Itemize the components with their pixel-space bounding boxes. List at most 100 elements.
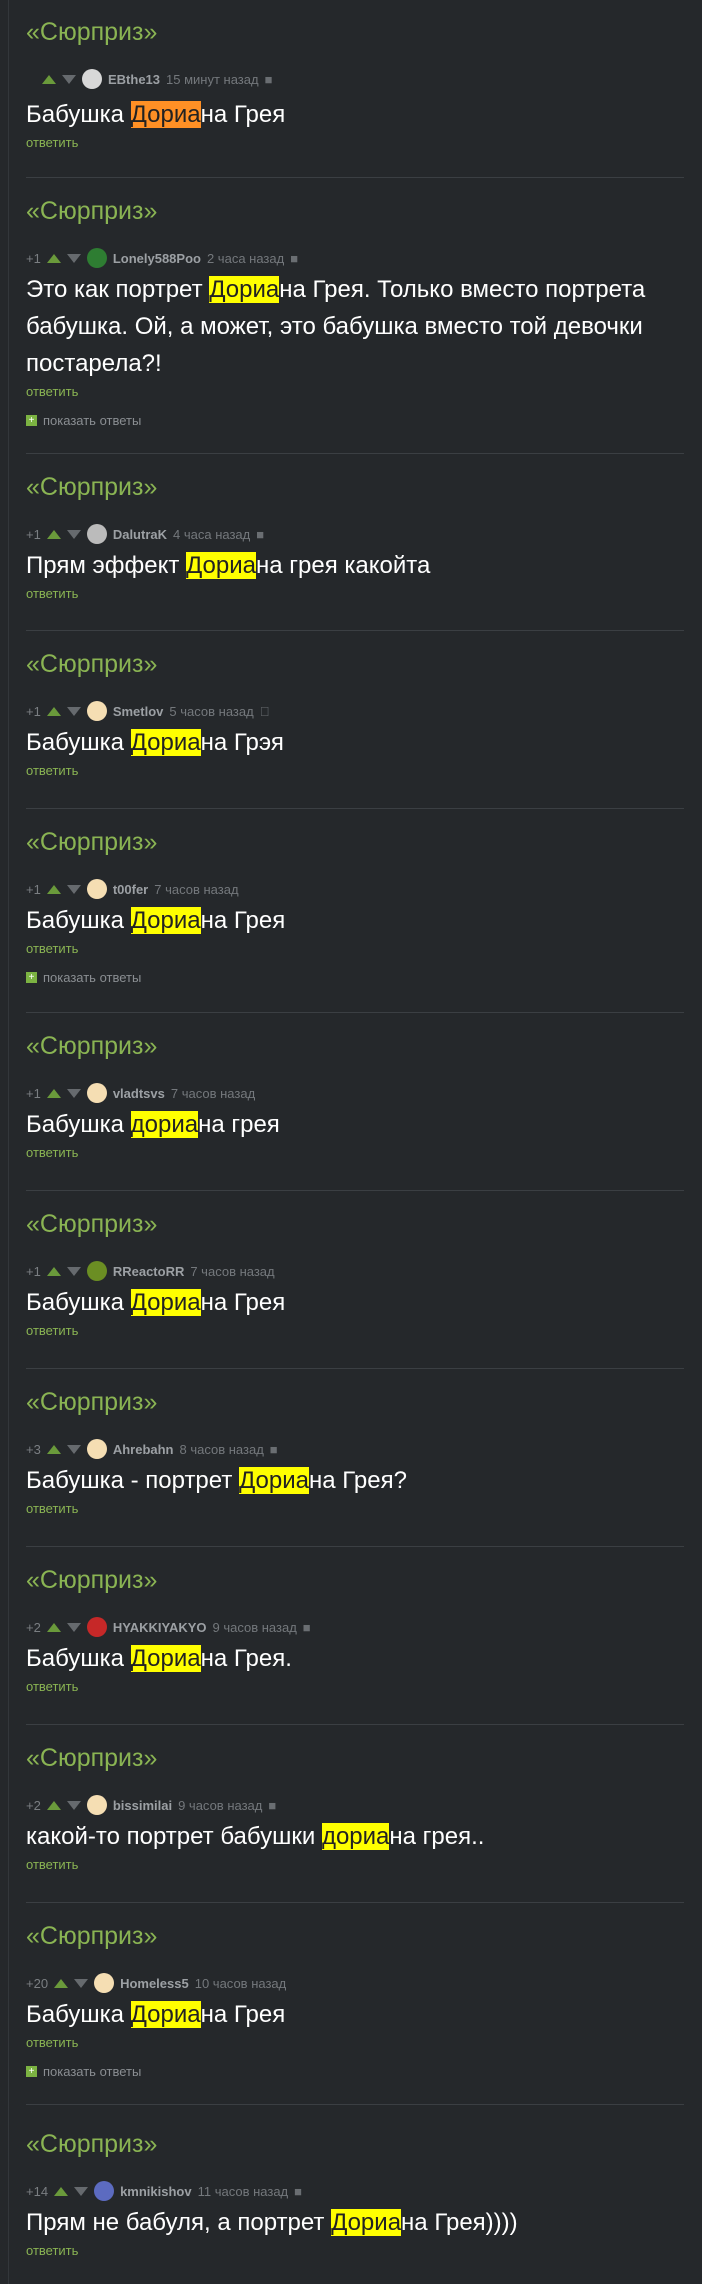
author-name[interactable]: vladtsvs [113, 1086, 165, 1101]
search-highlight: Дориа [130, 1645, 201, 1672]
story-link[interactable]: «Сюрприз» [26, 1032, 157, 1061]
show-replies-button[interactable]: + показать ответы [26, 2064, 141, 2079]
avatar[interactable] [86, 701, 107, 721]
upvote-icon[interactable] [46, 1622, 61, 1632]
reply-link[interactable]: ответить [26, 1145, 78, 1160]
timestamp[interactable]: 8 часов назад [180, 1442, 264, 1457]
upvote-icon[interactable] [46, 253, 61, 263]
author-name[interactable]: kmnikishov [120, 2184, 192, 2199]
story-link[interactable]: «Сюрприз» [26, 473, 157, 502]
avatar[interactable] [86, 248, 107, 268]
author-name[interactable]: bissimilai [113, 1798, 172, 1813]
story-link[interactable]: «Сюрприз» [26, 1388, 157, 1417]
story-link[interactable]: «Сюрприз» [26, 1744, 157, 1773]
android-icon: ■ [302, 1619, 311, 1635]
timestamp[interactable]: 9 часов назад [213, 1620, 297, 1635]
downvote-icon[interactable] [66, 1622, 81, 1632]
comment-text: Бабушка Дориана Грея [26, 902, 666, 939]
comment-text-pre: Это как портрет [26, 276, 210, 303]
show-replies-button[interactable]: + показать ответы [26, 413, 141, 428]
reply-link[interactable]: ответить [26, 941, 78, 956]
upvote-icon[interactable] [46, 1088, 61, 1098]
author-name[interactable]: Ahrebahn [113, 1442, 174, 1457]
author-name[interactable]: HYAKKIYAKYO [113, 1620, 207, 1635]
upvote-icon[interactable] [46, 884, 61, 894]
author-name[interactable]: EBthe13 [108, 72, 160, 87]
timestamp[interactable]: 5 часов назад [169, 704, 253, 719]
comment-text: Бабушка Дориана Грея [26, 1996, 666, 2033]
downvote-icon[interactable] [66, 253, 81, 263]
author-name[interactable]: DalutraK [113, 527, 167, 542]
avatar[interactable] [82, 69, 102, 89]
story-link[interactable]: «Сюрприз» [26, 18, 157, 47]
timestamp[interactable]: 4 часа назад [173, 527, 250, 542]
downvote-icon[interactable] [66, 884, 81, 894]
avatar[interactable] [94, 2181, 115, 2201]
upvote-icon[interactable] [46, 706, 61, 716]
reply-link[interactable]: ответить [26, 1323, 78, 1338]
avatar[interactable] [86, 1083, 107, 1103]
avatar[interactable] [86, 1261, 107, 1281]
author-name[interactable]: RReactoRR [113, 1264, 185, 1279]
timestamp[interactable]: 10 часов назад [195, 1976, 287, 1991]
downvote-icon[interactable] [74, 2186, 89, 2196]
reply-link[interactable]: ответить [26, 135, 78, 150]
downvote-icon[interactable] [66, 529, 81, 539]
timestamp[interactable]: 11 часов назад [198, 2184, 289, 2199]
avatar[interactable] [86, 524, 107, 544]
upvote-icon[interactable] [54, 1978, 69, 1988]
upvote-icon[interactable] [46, 1266, 61, 1276]
reply-link[interactable]: ответить [26, 1857, 78, 1872]
story-link[interactable]: «Сюрприз» [26, 650, 157, 679]
downvote-icon[interactable] [74, 1978, 89, 1988]
avatar[interactable] [94, 1973, 115, 1993]
comment-text: Бабушка Дориана Грэя [26, 724, 666, 761]
downvote-icon[interactable] [66, 1266, 81, 1276]
reply-link[interactable]: ответить [26, 763, 78, 778]
story-link[interactable]: «Сюрприз» [26, 1210, 157, 1239]
story-link[interactable]: «Сюрприз» [26, 1922, 157, 1951]
upvote-icon[interactable] [46, 1800, 61, 1810]
downvote-icon[interactable] [66, 1800, 81, 1810]
reply-link[interactable]: ответить [26, 2035, 78, 2050]
avatar[interactable] [86, 1439, 107, 1459]
timestamp[interactable]: 2 часа назад [207, 251, 284, 266]
timestamp[interactable]: 7 часов назад [171, 1086, 255, 1101]
author-name[interactable]: Lonely588Poo [113, 251, 201, 266]
avatar[interactable] [86, 1617, 107, 1637]
comment-meta: +14 kmnikishov 11 часов назад ■ [26, 2181, 302, 2201]
show-replies-button[interactable]: + показать ответы [26, 970, 141, 985]
upvote-icon[interactable] [46, 529, 61, 539]
timestamp[interactable]: 7 часов назад [190, 1264, 274, 1279]
reply-link[interactable]: ответить [26, 1679, 78, 1694]
avatar[interactable] [86, 1795, 107, 1815]
upvote-icon[interactable] [42, 74, 56, 84]
reply-link[interactable]: ответить [26, 586, 78, 601]
story-link[interactable]: «Сюрприз» [26, 197, 157, 226]
reply-link[interactable]: ответить [26, 384, 78, 399]
timestamp[interactable]: 15 минут назад [166, 72, 259, 87]
author-name[interactable]: Homeless5 [120, 1976, 189, 1991]
timestamp[interactable]: 7 часов назад [154, 882, 238, 897]
story-link[interactable]: «Сюрприз» [26, 1566, 157, 1595]
author-name[interactable]: t00fer [113, 882, 148, 897]
reply-link[interactable]: ответить [26, 2243, 78, 2258]
downvote-icon[interactable] [66, 1088, 81, 1098]
comment-text-post: на Грея [200, 101, 286, 128]
reply-link[interactable]: ответить [26, 1501, 78, 1516]
comment-text-post: на Грея [200, 1289, 286, 1316]
downvote-icon[interactable] [66, 1444, 81, 1454]
avatar[interactable] [86, 879, 107, 899]
upvote-icon[interactable] [54, 2186, 69, 2196]
comment-text-pre: Бабушка [26, 1111, 131, 1138]
upvote-icon[interactable] [46, 1444, 61, 1454]
story-link[interactable]: «Сюрприз» [26, 828, 157, 857]
story-link[interactable]: «Сюрприз» [26, 2130, 157, 2159]
timestamp[interactable]: 9 часов назад [178, 1798, 262, 1813]
rating: +2 [26, 1797, 41, 1813]
downvote-icon[interactable] [62, 74, 76, 84]
author-name[interactable]: Smetlov [113, 704, 164, 719]
comment-text-post: на Грэя [200, 729, 284, 756]
downvote-icon[interactable] [66, 706, 81, 716]
android-icon: ■ [256, 526, 265, 542]
